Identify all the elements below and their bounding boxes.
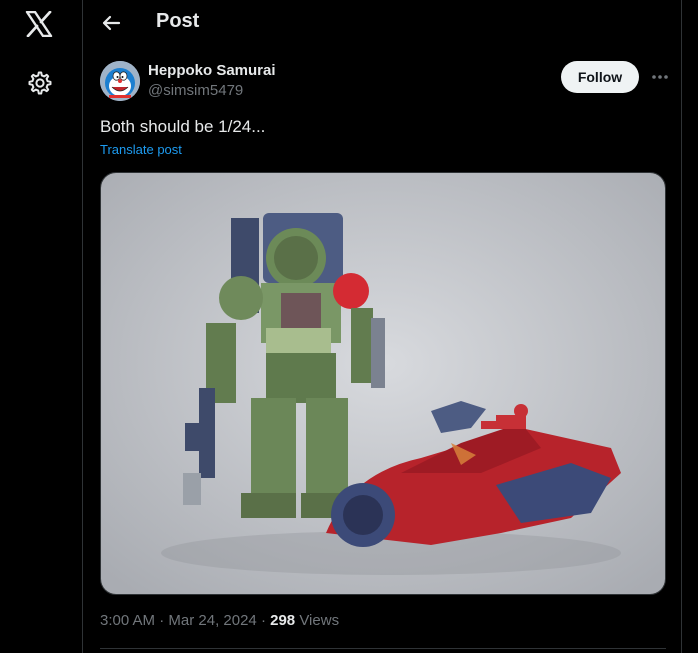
x-logo-icon[interactable] [19,4,59,44]
more-options-button[interactable] [646,64,674,90]
views-count: 298 [270,612,296,629]
post-image[interactable] [100,172,666,595]
post-date[interactable]: Mar 24, 2024 [168,612,256,629]
ellipsis-icon [652,75,668,79]
arrow-left-icon [102,15,121,31]
post-column: Post Heppoko Samurai @simsim5479 Follow … [84,0,682,653]
gear-icon[interactable] [19,63,59,103]
post-text: Both should be 1/24... [100,117,266,136]
left-nav [0,0,83,653]
views-label: Views [299,612,340,629]
meta-separator: · [159,612,165,629]
post-meta: 3:00 AM · Mar 24, 2024 · 298 Views [100,612,339,629]
author-handle[interactable]: @simsim5479 [148,82,243,99]
follow-button[interactable]: Follow [561,61,639,93]
translate-post-link[interactable]: Translate post [100,142,182,157]
post-header: Post [84,0,682,46]
avatar[interactable] [100,61,140,101]
back-button[interactable] [96,8,126,38]
post-time[interactable]: 3:00 AM [100,612,155,629]
meta-separator: · [260,612,266,629]
page-title: Post [156,10,200,32]
divider [100,648,666,649]
author-display-name[interactable]: Heppoko Samurai [148,62,276,79]
